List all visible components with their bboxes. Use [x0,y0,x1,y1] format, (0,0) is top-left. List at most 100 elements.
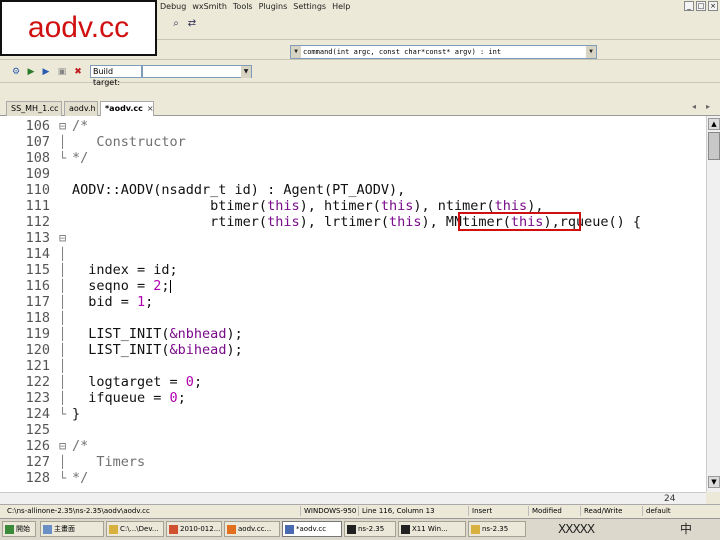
replace-icon[interactable]: ⇄ [186,18,198,30]
line-number: 111 [25,198,50,214]
code-token: &bihead [169,342,227,358]
code-line[interactable]: 126 ⊟ /* [0,438,706,454]
abort-icon[interactable]: ✖ [72,66,84,78]
chevron-down-icon[interactable]: ▼ [586,46,596,58]
task-label: C:\...\Dev... [120,525,159,533]
code-line[interactable]: 108 └ */ [0,150,706,166]
status-read-write: Read/Write [580,506,642,516]
function-signature-text: command(int argc, const char*const* argv… [303,48,502,56]
start-button[interactable]: 開始 [2,521,36,537]
code-text: /* [72,118,88,134]
code-token: */ [72,150,89,166]
line-number: 118 [25,310,50,326]
menu-debug[interactable]: Debug [160,2,186,11]
code-token: 0 [169,390,178,406]
minimize-button[interactable]: _ [684,1,694,11]
code-line[interactable]: 117 │ bid = 1; [0,294,706,310]
build-target-select[interactable]: ▼ [142,65,252,78]
code-text: Timers [72,454,145,470]
close-icon[interactable]: × [147,104,154,113]
fold-toggle-icon[interactable]: ⊟ [59,438,66,454]
menu-plugins[interactable]: Plugins [259,2,288,11]
fold-toggle-icon[interactable]: ⊟ [59,230,66,246]
code-line[interactable]: 121 │ [0,358,706,374]
tab-scroll-right-icon[interactable]: ▸ [706,102,710,111]
scroll-down-icon[interactable]: ▼ [708,476,720,488]
tray-language[interactable]: 中 [680,521,692,537]
maximize-button[interactable]: □ [696,1,706,11]
line-number: 126 [25,438,50,454]
code-text: } [72,406,80,422]
fold-guide: │ [59,263,67,277]
code-line[interactable]: 111 btimer(this), htimer(this), ntimer(t… [0,198,706,214]
build-settings-icon[interactable]: ⚙ [10,66,22,78]
line-number: 115 [25,262,50,278]
task-codeblocks[interactable]: *aodv.cc [282,521,342,537]
vertical-scrollbar[interactable]: ▲ ▼ [706,116,720,492]
build-icon[interactable]: ▶ [25,66,37,78]
code-line[interactable]: 127 │ Timers [0,454,706,470]
task-x11[interactable]: X11 Win... [398,521,466,537]
line-number: 114 [25,246,50,262]
rebuild-icon[interactable]: ▣ [56,66,68,78]
browser-icon [227,524,236,534]
line-number: 123 [25,390,50,406]
line-number: 124 [25,406,50,422]
code-token: ; [193,374,203,390]
tab-aodv-cc[interactable]: *aodv.cc × [100,101,154,116]
folder-icon [471,524,480,534]
search-icon[interactable]: ⌕ [170,18,182,30]
code-line[interactable]: 109 [0,166,706,182]
code-line[interactable]: 128 └ */ [0,470,706,486]
code-line[interactable]: 106 ⊟ /* [0,118,706,134]
code-editor[interactable]: 106 ⊟/* 107 │ Constructor 108 └ */109 110 AODV::… [0,116,706,492]
fold-toggle-icon[interactable]: ⊟ [59,118,66,134]
chevron-down-icon[interactable]: ▼ [291,46,301,58]
code-line[interactable]: 113 ⊟ [0,230,706,246]
close-button[interactable]: × [708,1,718,11]
code-line[interactable]: 123 │ ifqueue = 0; [0,390,706,406]
task-terminal[interactable]: ns-2.35 [344,521,396,537]
fold-guide: │ [59,247,67,261]
tab-ss-mh-1[interactable]: SS_MH_1.cc [6,101,62,116]
code-line[interactable]: 124 └} [0,406,706,422]
run-icon[interactable]: ▶ [40,66,52,78]
code-line[interactable]: 118 │ [0,310,706,326]
fold-guide: │ [59,375,67,389]
menu-wxsmith[interactable]: wxSmith [192,2,227,11]
horizontal-scrollbar[interactable] [0,492,706,504]
fold-guide: │ [59,135,67,149]
task-folder[interactable]: ns-2.35 [468,521,526,537]
code-line[interactable]: 114 │ [0,246,706,262]
code-line[interactable]: 110 AODV::AODV(nsaddr_t id) : Agent(PT_AO… [0,182,706,198]
code-line[interactable]: 116 │ seqno = 2; [0,278,706,294]
menu-help[interactable]: Help [332,2,350,11]
folder-icon [109,524,118,534]
line-number: 125 [25,422,50,438]
task-explorer[interactable]: C:\...\Dev... [106,521,164,537]
code-line[interactable]: 119 │ LIST_INIT(&nbhead); [0,326,706,342]
scroll-up-icon[interactable]: ▲ [708,118,720,130]
tab-scroll-left-icon[interactable]: ◂ [692,102,696,111]
scroll-thumb[interactable] [708,132,720,160]
task-home[interactable]: 主畫面 [40,521,104,537]
function-signature-combo[interactable]: ▼ command(int argc, const char*const* ar… [290,45,597,59]
code-text: */ [72,470,88,486]
code-line[interactable]: 107 │ Constructor [0,134,706,150]
code-line[interactable]: 125 [0,422,706,438]
windows-icon [5,524,14,534]
code-line[interactable]: 122 │ logtarget = 0; [0,374,706,390]
task-firefox[interactable]: aodv.cc... [224,521,280,537]
code-line[interactable]: 120 │ LIST_INIT(&bihead); [0,342,706,358]
task-ppt[interactable]: 2010-012... [166,521,222,537]
tab-aodv-h[interactable]: aodv.h [64,101,98,116]
code-line[interactable]: 115 │ index = id; [0,262,706,278]
code-text: seqno = 2; [72,278,171,294]
code-token: ifqueue = [72,390,170,406]
menu-tools[interactable]: Tools [233,2,253,11]
chevron-down-icon[interactable]: ▼ [241,66,251,78]
code-token: Constructor [72,134,186,150]
menu-settings[interactable]: Settings [293,2,326,11]
code-line[interactable]: 112 rtimer(this), lrtimer(this), MNtimer… [0,214,706,230]
build-target-label: Build target: [90,65,142,87]
